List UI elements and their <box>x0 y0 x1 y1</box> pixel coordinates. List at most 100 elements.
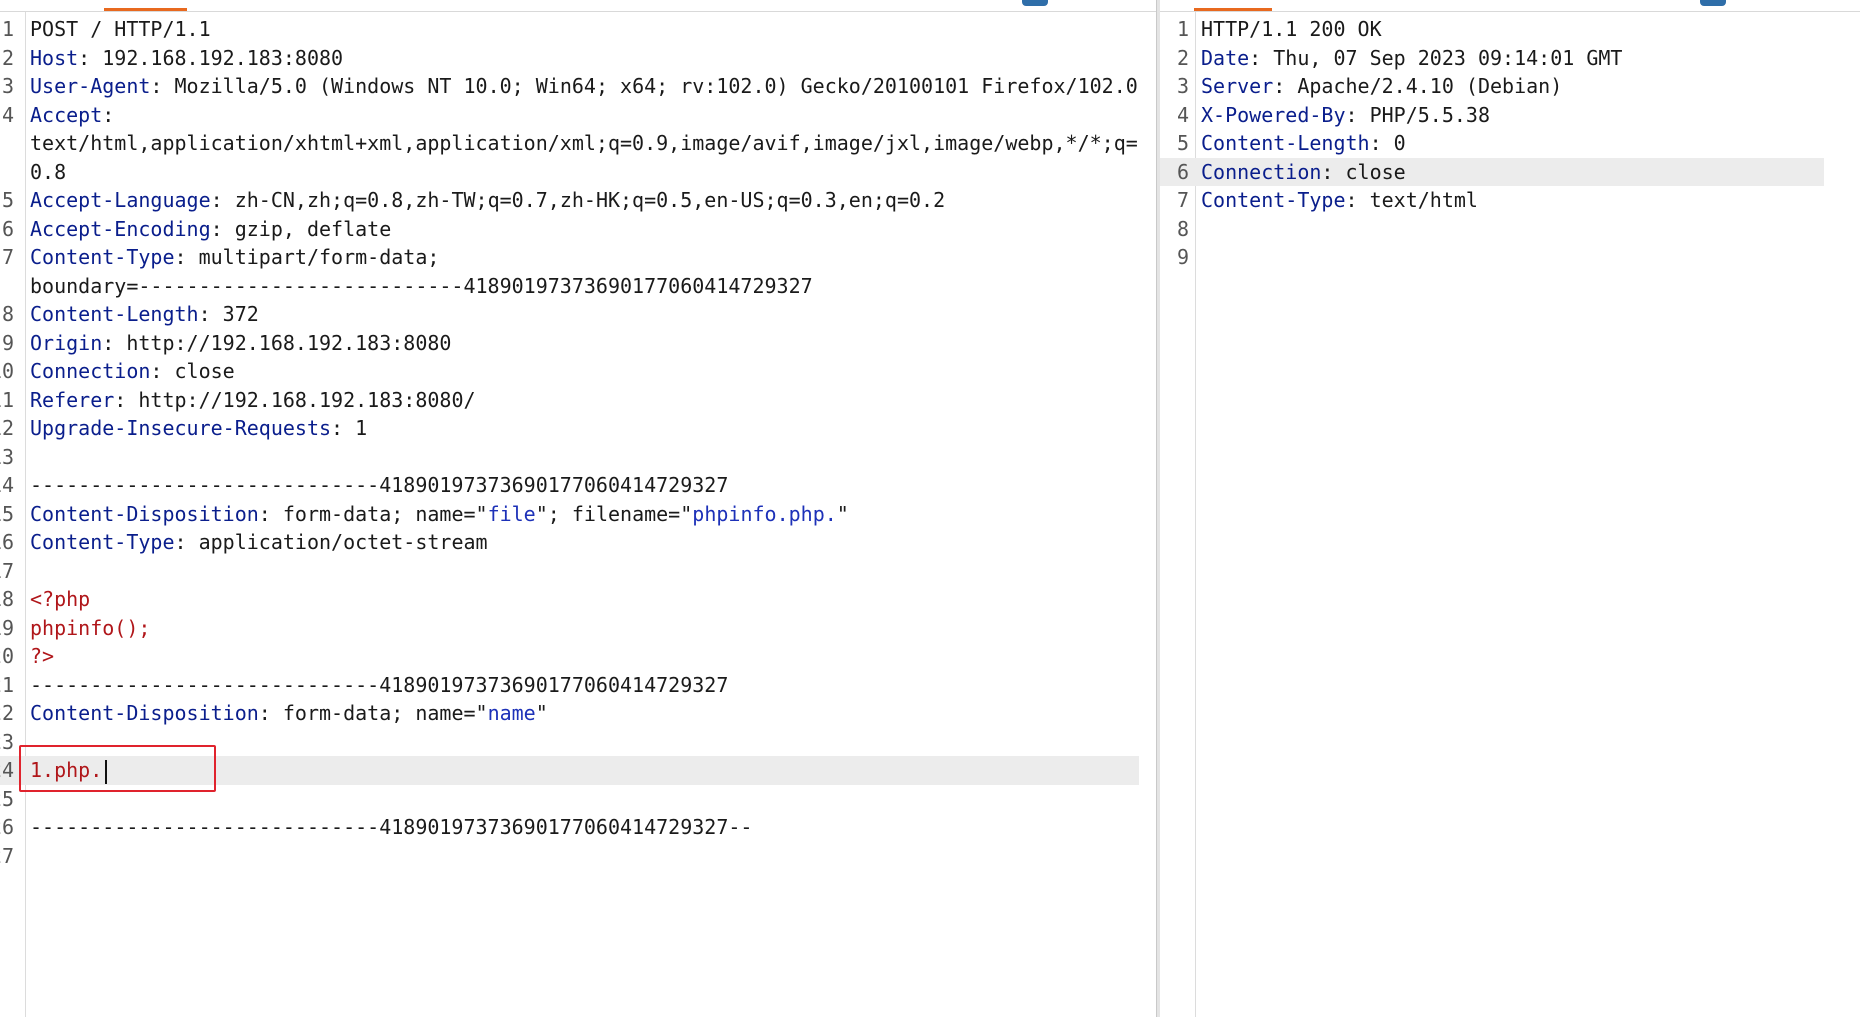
request-line[interactable]: 12 Upgrade-Insecure-Requests: 1 <box>0 414 1156 443</box>
response-viewer[interactable]: 1 HTTP/1.1 200 OK 2 Date: Thu, 07 Sep 2023 … <box>1160 12 1860 1017</box>
response-line[interactable]: 3 Server: Apache/2.4.10 (Debian) <box>1160 72 1860 101</box>
request-line[interactable]: 21 -----------------------------418901973… <box>0 671 1156 700</box>
request-line[interactable]: 1 POST / HTTP/1.1 <box>0 15 1156 44</box>
request-line[interactable]: 4 Accept: <box>0 101 1156 130</box>
header-name: Content-Disposition <box>30 701 259 725</box>
request-line-number: 10 <box>0 359 14 383</box>
response-line[interactable]: 4 X-Powered-By: PHP/5.5.38 <box>1160 101 1860 130</box>
request-line-text: -----------------------------41890197373… <box>30 471 728 500</box>
response-line-text: Connection: close <box>1201 158 1406 187</box>
response-line[interactable]: 1 HTTP/1.1 200 OK <box>1160 15 1860 44</box>
response-line[interactable]: 9 <box>1160 243 1860 272</box>
request-line-number: 8 <box>1 302 14 326</box>
request-line-number: 23 <box>0 729 14 754</box>
request-line[interactable]: 14 -----------------------------418901973… <box>0 471 1156 500</box>
text-value: 0.8 <box>30 159 67 184</box>
response-line[interactable]: 8 <box>1160 215 1860 244</box>
request-line[interactable]: 27 <box>0 842 1156 871</box>
request-line-number: 9 <box>1 330 14 355</box>
response-line[interactable]: 5 Content-Length: 0 <box>1160 129 1860 158</box>
text-value: : form-data; name=" <box>258 701 488 725</box>
text-value: : close <box>150 359 235 383</box>
request-line[interactable]: 5 Accept-Language: zh-CN,zh;q=0.8,zh-TW;q… <box>0 186 1156 215</box>
text-value: -----------------------------41890197373… <box>30 672 729 697</box>
request-line-number: 17 <box>0 558 14 583</box>
response-line-number: 1 <box>1176 17 1189 41</box>
text-value: : Apache/2.4.10 (Debian) <box>1273 74 1563 98</box>
response-line[interactable]: 2 Date: Thu, 07 Sep 2023 09:14:01 GMT <box>1160 44 1860 73</box>
text-value: : PHP/5.5.38 <box>1345 102 1491 127</box>
request-line[interactable]: 0.8 <box>0 158 1156 187</box>
response-pane-button[interactable] <box>1700 0 1726 6</box>
response-line[interactable]: 6 Connection: close <box>1160 157 1824 187</box>
header-name: Content-Type <box>30 245 175 269</box>
request-line-text: Accept-Encoding: gzip, deflate <box>30 215 391 244</box>
text-value: -----------------------------41890197373… <box>30 473 729 497</box>
response-line-number: 5 <box>1176 131 1189 155</box>
request-line-number: 2 <box>1 45 14 70</box>
request-line[interactable]: 3 User-Agent: Mozilla/5.0 (Windows NT 10.… <box>0 72 1156 101</box>
request-line-text: Content-Disposition: form-data; name="fi… <box>30 500 849 529</box>
text-value: : 372 <box>198 302 259 326</box>
request-line-number: 5 <box>1 188 14 212</box>
response-active-tab-indicator[interactable] <box>1194 8 1272 11</box>
request-editor[interactable]: 1 POST / HTTP/1.1 2 Host: 192.168.192.183:8… <box>0 12 1156 1017</box>
string-value: file <box>487 501 536 526</box>
request-line-number: 20 <box>0 644 14 668</box>
request-line[interactable]: 26 -----------------------------418901973… <box>0 813 1156 842</box>
text-value: " <box>535 701 548 725</box>
request-line-text: Host: 192.168.192.183:8080 <box>30 44 343 73</box>
header-name: Referer <box>30 387 115 412</box>
request-line-text: Content-Type: multipart/form-data; <box>30 243 439 272</box>
header-name: Content-Type <box>30 530 175 554</box>
request-line[interactable]: text/html,application/xhtml+xml,applicat… <box>0 129 1156 158</box>
request-line[interactable]: 7 Content-Type: multipart/form-data; <box>0 243 1156 272</box>
response-line-number: 7 <box>1176 188 1189 212</box>
request-pane-button[interactable] <box>1022 0 1048 6</box>
highlight-box <box>19 745 216 792</box>
request-line[interactable]: 15 Content-Disposition: form-data; name="… <box>0 500 1156 529</box>
request-line[interactable]: 10 Connection: close <box>0 357 1156 386</box>
response-line-text: Server: Apache/2.4.10 (Debian) <box>1201 72 1562 101</box>
request-line-number: 27 <box>0 843 14 868</box>
request-line[interactable]: 9 Origin: http://192.168.192.183:8080 <box>0 329 1156 358</box>
request-line[interactable]: 11 Referer: http://192.168.192.183:8080/ <box>0 386 1156 415</box>
text-value: boundary=---------------------------4189… <box>30 273 813 298</box>
header-name: Accept-Language <box>30 188 211 212</box>
string-value: phpinfo.php. <box>692 501 837 526</box>
request-line-text: Content-Length: 372 <box>30 300 259 329</box>
request-line[interactable]: 20 ?> <box>0 642 1156 671</box>
text-value: : 0 <box>1369 131 1406 155</box>
request-line[interactable]: 19 phpinfo(); <box>0 614 1156 643</box>
text-value: "; filename=" <box>535 501 693 526</box>
text-value: : gzip, deflate <box>210 216 392 241</box>
request-line[interactable]: boundary=---------------------------4189… <box>0 272 1156 301</box>
php-code: <?php <box>30 587 91 611</box>
text-value: : <box>102 102 115 127</box>
request-tab-strip <box>0 0 1158 12</box>
text-value: : 1 <box>331 416 368 440</box>
request-line[interactable]: 2 Host: 192.168.192.183:8080 <box>0 44 1156 73</box>
text-value: : Thu, 07 Sep 2023 09:14:01 GMT <box>1249 45 1623 70</box>
request-line[interactable]: 8 Content-Length: 372 <box>0 300 1156 329</box>
text-value: : application/octet-stream <box>174 530 488 554</box>
response-line[interactable]: 7 Content-Type: text/html <box>1160 186 1860 215</box>
request-line-text: User-Agent: Mozilla/5.0 (Windows NT 10.0… <box>30 72 1138 101</box>
request-line[interactable]: 17 <box>0 557 1156 586</box>
request-line-text: boundary=---------------------------4189… <box>30 272 813 301</box>
request-line[interactable]: 18 <?php <box>0 585 1156 614</box>
request-line-number: 18 <box>0 587 14 611</box>
header-name: Content-Length <box>1201 131 1370 155</box>
request-line-text: Content-Disposition: form-data; name="na… <box>30 699 548 728</box>
request-line-number: 4 <box>1 102 14 127</box>
request-line[interactable]: 13 <box>0 443 1156 472</box>
header-name: Server <box>1201 74 1274 98</box>
request-line[interactable]: 16 Content-Type: application/octet-stream <box>0 528 1156 557</box>
response-line-number: 6 <box>1176 159 1189 184</box>
request-active-tab-indicator[interactable] <box>104 8 187 11</box>
request-line-text: Referer: http://192.168.192.183:8080/ <box>30 386 476 415</box>
request-line[interactable]: 6 Accept-Encoding: gzip, deflate <box>0 215 1156 244</box>
header-name: Connection <box>30 359 151 383</box>
text-value: " <box>836 501 849 526</box>
request-line[interactable]: 22 Content-Disposition: form-data; name="… <box>0 699 1156 728</box>
